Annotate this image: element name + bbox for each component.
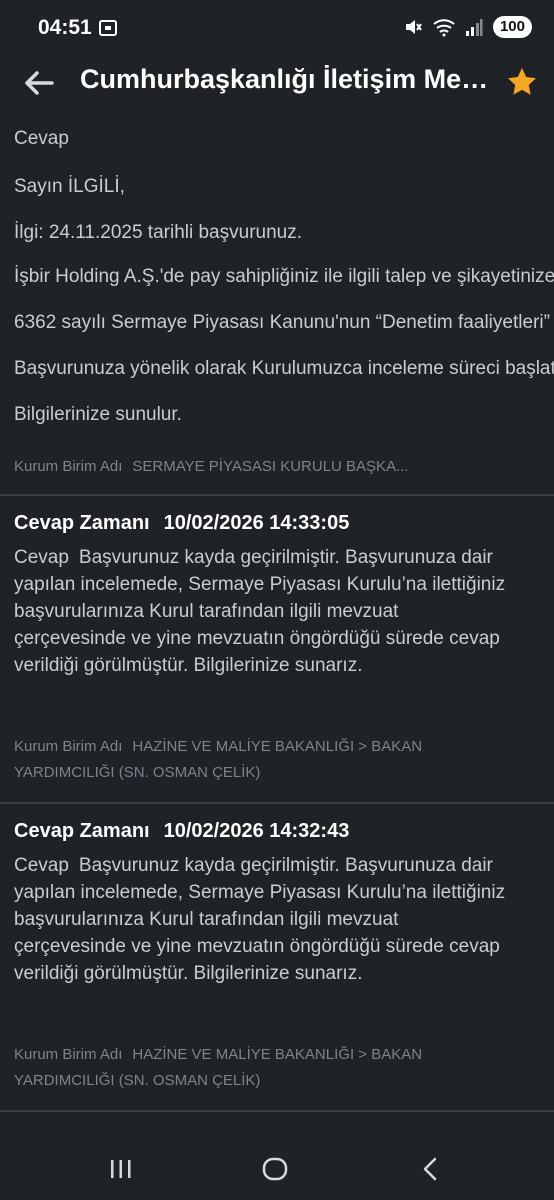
arrow-left-icon[interactable] xyxy=(22,66,56,100)
star-icon[interactable] xyxy=(506,66,538,98)
answer-time-label: Cevap Zamanı xyxy=(14,512,150,534)
answer-content: Başvurunuz kayda geçirilmiştir. Başvurun… xyxy=(14,855,506,984)
unit-label: Kurum Birim Adı xyxy=(14,738,123,755)
answer-label: Cevap xyxy=(14,547,69,568)
answer-timestamp: 10/02/2026 14:33:05 xyxy=(163,512,350,534)
answers-list[interactable]: Cevap Sayın İLGİLİ, İlgi: 24.11.2025 tar… xyxy=(0,114,554,1114)
unit-label: Kurum Birim Adı xyxy=(14,1046,123,1063)
answer-text: Cevap Başvurunuz kayda geçirilmiştir. Baş… xyxy=(14,852,514,987)
first-answer-card: Cevap Sayın İLGİLİ, İlgi: 24.11.2025 tar… xyxy=(0,114,554,496)
wifi-icon xyxy=(433,19,455,37)
answer-line: 6362 sayılı Sermaye Piyasası Kanunu'nun … xyxy=(14,312,550,333)
unit-value: SERMAYE PİYASASI KURULU BAŞKA... xyxy=(132,458,409,475)
recent-apps-icon[interactable] xyxy=(106,1154,136,1184)
answer-label: Cevap xyxy=(14,128,69,149)
unit-info: Kurum Birim Adı HAZİNE VE MALİYE BAKANLIĞ… xyxy=(14,1042,484,1094)
page-title: Cumhurbaşkanlığı İletişim Merkezi xyxy=(80,64,490,94)
battery-indicator: 100 xyxy=(492,16,532,38)
answer-line: İlgi: 24.11.2025 tarihli başvurunuz. xyxy=(14,222,302,243)
unit-info: Kurum Birim Adı SERMAYE PİYASASI KURULU B… xyxy=(14,458,409,475)
screenshot-icon xyxy=(99,20,117,36)
answer-line: İşbir Holding A.Ş.'de pay sahipliğiniz i… xyxy=(14,266,554,287)
answer-content: Başvurunuz kayda geçirilmiştir. Başvurun… xyxy=(14,547,506,676)
unit-info: Kurum Birim Adı HAZİNE VE MALİYE BAKANLIĞ… xyxy=(14,734,484,786)
answer-timestamp: 10/02/2026 14:32:43 xyxy=(163,820,350,842)
answer-label: Cevap xyxy=(14,855,69,876)
chevron-left-icon[interactable] xyxy=(416,1154,446,1184)
answer-time-label: Cevap Zamanı xyxy=(14,820,150,842)
app-bar: Cumhurbaşkanlığı İletişim Merkezi xyxy=(0,56,554,114)
status-bar: 04:51 100 xyxy=(0,0,554,56)
answer-header: Cevap Zamanı 10/02/2026 14:33:05 xyxy=(14,512,349,535)
answer-line: Sayın İLGİLİ, xyxy=(14,176,125,197)
status-time: 04:51 xyxy=(38,16,92,39)
status-icons: 100 xyxy=(403,14,532,40)
answer-header: Cevap Zamanı 10/02/2026 14:32:43 xyxy=(14,820,349,843)
home-icon[interactable] xyxy=(260,1154,290,1184)
system-nav-bar xyxy=(0,1126,554,1200)
signal-icon xyxy=(465,19,483,36)
divider xyxy=(0,1110,554,1112)
answer-card: Cevap Zamanı 10/02/2026 14:32:43 Cevap Baş… xyxy=(0,804,554,1110)
answer-line: Bilgilerinize sunulur. xyxy=(14,404,182,425)
mute-icon xyxy=(405,20,422,34)
answer-line: Başvurunuza yönelik olarak Kurulumuzca i… xyxy=(14,358,554,379)
answer-text: Cevap Başvurunuz kayda geçirilmiştir. Baş… xyxy=(14,544,514,679)
answer-card: Cevap Zamanı 10/02/2026 14:33:05 Cevap Baş… xyxy=(0,496,554,802)
unit-label: Kurum Birim Adı xyxy=(14,458,123,475)
